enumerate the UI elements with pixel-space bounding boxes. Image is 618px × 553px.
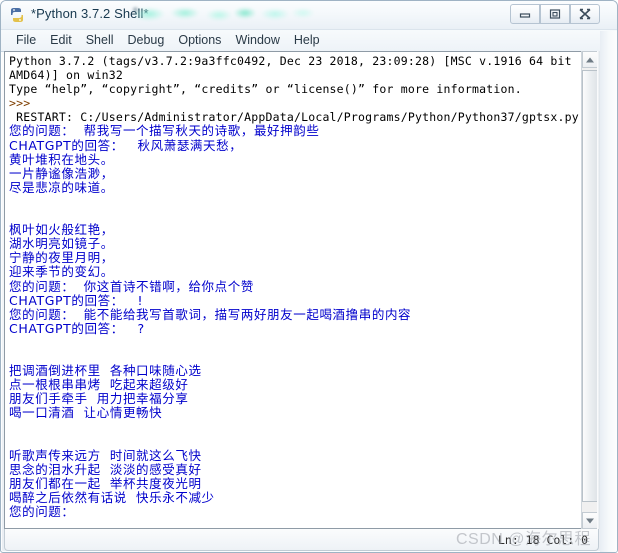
- shell-blank-line: [9, 435, 583, 449]
- shell-blank-line: [9, 350, 583, 364]
- shell-blank-line: [9, 209, 583, 223]
- shell-line: CHATGPT的回答： !: [9, 292, 144, 308]
- idle-shell-window: *Python 3.7.2 Shell* * File Edit Shell Debu…: [0, 0, 618, 553]
- title-redaction-blur: *: [133, 4, 319, 24]
- menu-item-edit[interactable]: Edit: [43, 30, 79, 50]
- python-idle-icon: [8, 6, 26, 24]
- scrollbar-thumb[interactable]: [582, 70, 598, 502]
- restore-button[interactable]: [540, 4, 570, 24]
- shell-line: RESTART: C:/Users/Administrator/AppData/…: [9, 110, 579, 125]
- shell-line: Type “help”, “copyright”, “credits” or “…: [9, 82, 522, 97]
- shell-blank-line: [9, 195, 583, 209]
- shell-line: 朋友们都在一起 举杯共度夜光明: [9, 475, 202, 491]
- title-bar[interactable]: *Python 3.7.2 Shell* *: [1, 1, 617, 30]
- shell-line: CHATGPT的回答： 秋风萧瑟满天愁，: [9, 137, 243, 153]
- shell-line: 把调酒倒进杯里 各种口味随心选: [9, 363, 202, 379]
- shell-line: 一片静谧像浩渺，: [9, 165, 114, 181]
- shell-line: Python 3.7.2 (tags/v3.7.2:9a3ffc0492, De…: [9, 54, 583, 68]
- shell-line: 迎来季节的变幻。: [9, 264, 114, 280]
- menu-item-shell[interactable]: Shell: [79, 30, 121, 50]
- shell-line: 点一根根串串烤 吃起来超级好: [9, 377, 189, 393]
- shell-line: 湖水明亮如镜子。: [9, 236, 114, 252]
- shell-blank-line: [9, 336, 583, 350]
- vertical-scrollbar[interactable]: [581, 51, 598, 529]
- shell-line: 思念的泪水升起 淡淡的感受真好: [9, 461, 202, 477]
- shell-line: 您的问题： 你这首诗不错啊，给你点个赞: [9, 278, 254, 294]
- menu-item-debug[interactable]: Debug: [121, 30, 172, 50]
- scroll-down-arrow-icon[interactable]: [582, 512, 598, 529]
- shell-line: 您的问题： 能不能给我写首歌词，描写两好朋友一起喝酒撸串的内容: [9, 306, 412, 322]
- menu-item-help[interactable]: Help: [287, 30, 327, 50]
- menu-item-window[interactable]: Window: [228, 30, 286, 50]
- shell-line: 宁静的夜里月明，: [9, 250, 114, 266]
- shell-line: 黄叶堆积在地头。: [9, 151, 114, 167]
- menu-bar: File Edit Shell Debug Options Window Help: [1, 30, 617, 52]
- shell-line: 听歌声传来远方 时间就这么飞快: [9, 447, 202, 463]
- menu-item-file[interactable]: File: [9, 30, 43, 50]
- shell-line: 喝醉之后依然有话说 快乐永不减少: [9, 489, 215, 505]
- shell-output-text[interactable]: Python 3.7.2 (tags/v3.7.2:9a3ffc0492, De…: [5, 52, 583, 528]
- menu-item-options[interactable]: Options: [171, 30, 228, 50]
- shell-line: CHATGPT的回答： ?: [9, 320, 145, 336]
- shell-line: 您的问题：: [9, 504, 75, 519]
- shell-line: >>>: [9, 96, 31, 111]
- scroll-up-arrow-icon[interactable]: [582, 51, 598, 68]
- shell-line: 喝一口清酒 让心情更畅快: [9, 405, 163, 421]
- shell-line: 尽是悲凉的味道。: [9, 179, 114, 195]
- shell-output-frame: Python 3.7.2 (tags/v3.7.2:9a3ffc0492, De…: [4, 51, 616, 529]
- shell-line: 朋友们手牵手 用力把幸福分享: [9, 391, 189, 407]
- status-bar: Ln: 18 Col: 0: [4, 529, 599, 551]
- shell-line: AMD64)] on win32: [9, 68, 123, 83]
- cursor-position-label: Ln: 18 Col: 0: [497, 533, 588, 547]
- shell-blank-line: [9, 420, 583, 434]
- window-title: *Python 3.7.2 Shell*: [31, 6, 149, 21]
- shell-line: 您的问题： 帮我写一个描写秋天的诗歌，最好押韵些: [9, 123, 320, 139]
- window-right-chrome: [600, 31, 617, 552]
- close-button[interactable]: [570, 4, 600, 24]
- shell-line: 枫叶如火般红艳，: [9, 222, 114, 238]
- minimize-button[interactable]: [510, 4, 540, 24]
